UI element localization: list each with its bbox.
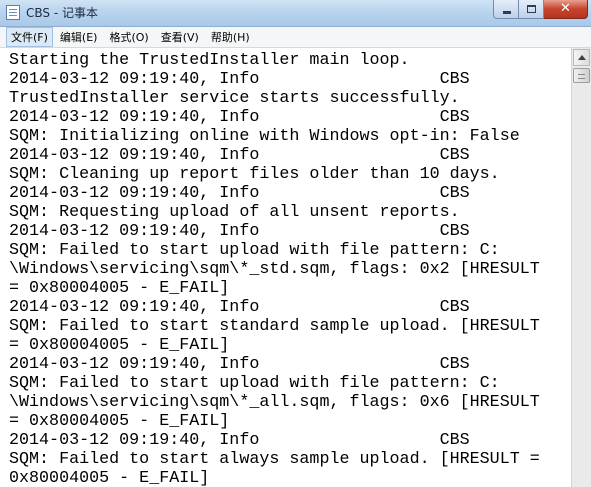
text-line: 2014-03-12 09:19:40, Info CBS xyxy=(9,108,470,127)
text-line: 2014-03-12 09:19:40, Info CBS xyxy=(9,431,470,450)
menu-file[interactable]: 文件(F) xyxy=(6,27,53,47)
minimize-icon xyxy=(503,11,511,14)
close-button[interactable]: ✕ xyxy=(544,0,588,19)
text-line: 2014-03-12 09:19:40, Info CBS xyxy=(9,70,470,89)
notepad-window: CBS - 记事本 ✕ 文件(F) 编辑(E) 格式(O) 查看(V) 帮助(H… xyxy=(0,0,591,487)
text-line: 2014-03-12 09:19:40, Info CBS xyxy=(9,184,470,203)
menu-view[interactable]: 查看(V) xyxy=(156,27,204,47)
text-line: \Windows\servicing\sqm\*_std.sqm, flags:… xyxy=(9,260,540,279)
maximize-icon xyxy=(527,5,536,13)
vertical-scrollbar[interactable] xyxy=(571,48,591,487)
menu-format[interactable]: 格式(O) xyxy=(104,27,153,47)
text-line: Starting the TrustedInstaller main loop. xyxy=(9,51,410,70)
text-line: TrustedInstaller service starts successf… xyxy=(9,89,460,108)
text-line: SQM: Cleaning up report files older than… xyxy=(9,165,500,184)
text-line: SQM: Failed to start always sample uploa… xyxy=(9,450,540,469)
text-line: = 0x80004005 - E_FAIL] xyxy=(9,412,230,431)
window-title: CBS - 记事本 xyxy=(26,6,98,20)
notepad-icon[interactable] xyxy=(6,5,20,20)
menu-bar: 文件(F) 编辑(E) 格式(O) 查看(V) 帮助(H) xyxy=(0,27,591,48)
text-line: SQM: Failed to start upload with file pa… xyxy=(9,374,500,393)
text-line: 2014-03-12 09:19:40, Info CBS xyxy=(9,146,470,165)
text-editor[interactable]: Starting the TrustedInstaller main loop.… xyxy=(0,48,571,487)
scroll-up-button[interactable] xyxy=(573,49,590,66)
text-line: = 0x80004005 - E_FAIL] xyxy=(9,279,230,298)
text-line: \Windows\servicing\sqm\*_all.sqm, flags:… xyxy=(9,393,540,412)
maximize-button[interactable] xyxy=(519,0,544,19)
menu-edit[interactable]: 编辑(E) xyxy=(55,27,103,47)
window-controls: ✕ xyxy=(493,0,588,20)
text-line: SQM: Initializing online with Windows op… xyxy=(9,127,520,146)
text-line: SQM: Failed to start standard sample upl… xyxy=(9,317,540,336)
text-line: SQM: Failed to start upload with file pa… xyxy=(9,241,500,260)
minimize-button[interactable] xyxy=(493,0,519,19)
title-bar[interactable]: CBS - 记事本 ✕ xyxy=(0,0,591,27)
text-line: 2014-03-12 09:19:40, Info CBS xyxy=(9,298,470,317)
text-line: = 0x80004005 - E_FAIL] xyxy=(9,336,230,355)
scroll-thumb[interactable] xyxy=(573,68,590,83)
close-icon: ✕ xyxy=(560,1,571,16)
text-line: SQM: Requesting upload of all unsent rep… xyxy=(9,203,460,222)
text-line: 2014-03-12 09:19:40, Info CBS xyxy=(9,355,470,374)
text-line: 2014-03-12 09:19:40, Info CBS xyxy=(9,222,470,241)
text-line: 0x80004005 - E_FAIL] xyxy=(9,469,210,487)
menu-help[interactable]: 帮助(H) xyxy=(206,27,255,47)
